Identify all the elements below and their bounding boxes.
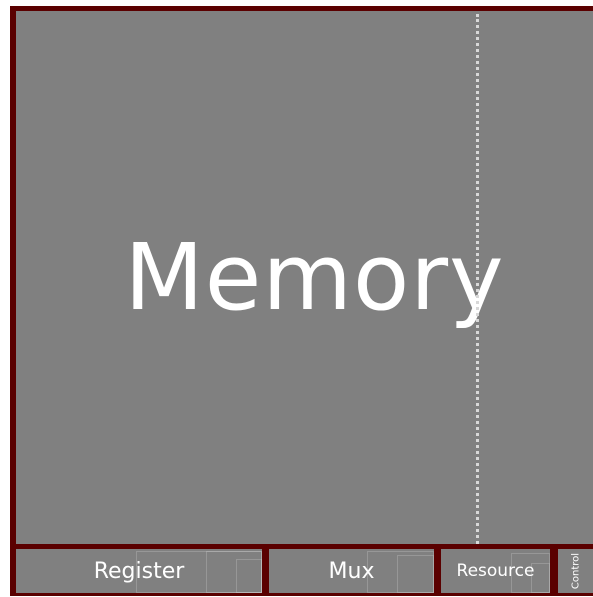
resource-cell[interactable]: Resource bbox=[441, 549, 550, 593]
register-cell[interactable]: Register bbox=[16, 549, 262, 593]
mux-label: Mux bbox=[328, 558, 375, 584]
mux-cell[interactable]: Mux bbox=[269, 549, 434, 593]
dashed-marker-line bbox=[476, 14, 479, 544]
memory-cell[interactable]: Memory bbox=[16, 11, 593, 544]
control-label: Control bbox=[570, 552, 581, 590]
resource-label: Resource bbox=[456, 561, 535, 581]
control-cell[interactable]: Control bbox=[558, 549, 593, 593]
register-label: Register bbox=[93, 558, 185, 584]
memory-label: Memory bbox=[124, 224, 505, 331]
treemap: Memory Register Mux Resource Control bbox=[10, 6, 593, 596]
